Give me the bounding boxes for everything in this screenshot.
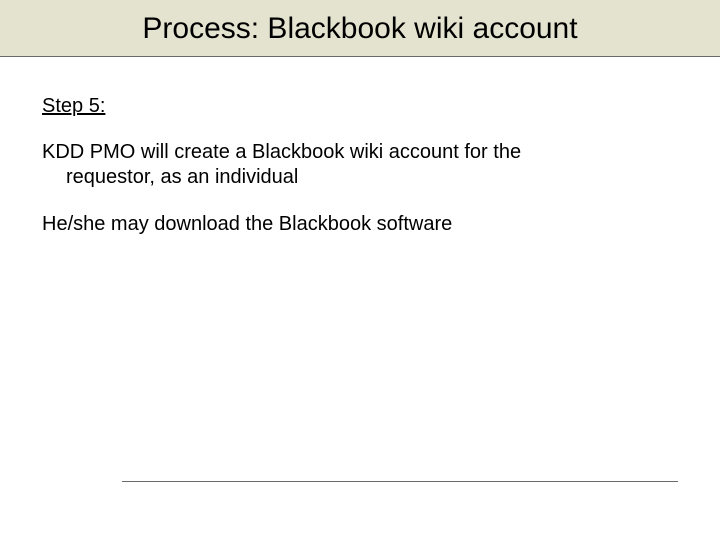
- slide-body: Step 5: KDD PMO will create a Blackbook …: [0, 57, 720, 237]
- slide: Process: Blackbook wiki account Step 5: …: [0, 0, 720, 540]
- footer-divider: [122, 481, 678, 482]
- paragraph-1-line-1: KDD PMO will create a Blackbook wiki acc…: [42, 141, 521, 163]
- title-band: Process: Blackbook wiki account: [0, 0, 720, 57]
- paragraph-2: He/she may download the Blackbook softwa…: [42, 212, 678, 237]
- slide-title: Process: Blackbook wiki account: [0, 12, 720, 46]
- paragraph-1: KDD PMO will create a Blackbook wiki acc…: [42, 140, 678, 190]
- step-label: Step 5:: [42, 95, 678, 118]
- paragraph-1-line-2: requestor, as an individual: [42, 165, 678, 190]
